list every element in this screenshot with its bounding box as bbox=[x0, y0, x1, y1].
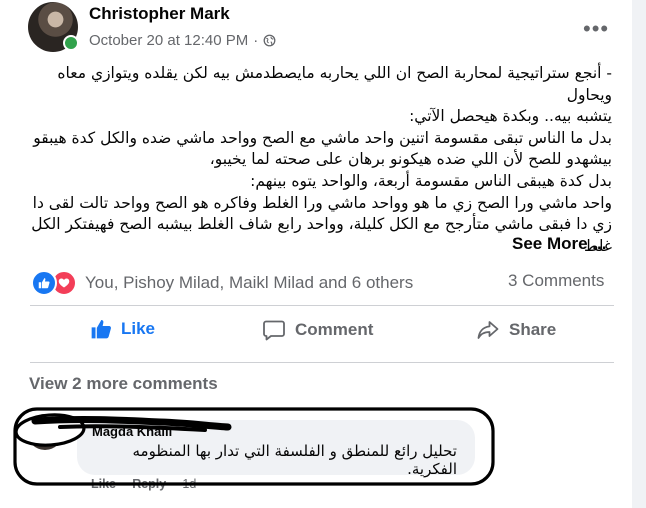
comment-reply-link[interactable]: Reply bbox=[132, 477, 166, 491]
post-line: يتشبه بيه.. وبكدة هيحصل الآتي: bbox=[409, 107, 612, 126]
like-button[interactable]: Like bbox=[90, 318, 155, 340]
comment-like-link[interactable]: Like bbox=[91, 477, 116, 491]
author-avatar[interactable] bbox=[28, 2, 79, 52]
share-label: Share bbox=[509, 320, 557, 339]
comment-actions: Like · Reply · 1d bbox=[91, 477, 196, 491]
ellipsis-icon[interactable]: ••• bbox=[583, 16, 609, 42]
reactions-summary[interactable]: You, Pishoy Milad, Maikl Milad and 6 oth… bbox=[31, 270, 413, 296]
commenter-name[interactable]: Magda Khalil bbox=[92, 424, 172, 439]
comment-separator: · bbox=[122, 477, 127, 491]
globe-icon[interactable] bbox=[263, 34, 276, 47]
see-more-link[interactable]: See More ... bbox=[512, 234, 606, 254]
online-status-icon bbox=[63, 35, 79, 51]
thumbs-up-icon bbox=[90, 318, 112, 340]
like-reaction-icon bbox=[31, 270, 57, 296]
like-label: Like bbox=[121, 319, 156, 338]
comment-icon bbox=[262, 318, 286, 342]
comment-time[interactable]: 1d bbox=[182, 477, 196, 491]
divider bbox=[30, 362, 614, 363]
comment-text: تحليل رائع للمنطق و الفلسفة التي تدار به… bbox=[132, 442, 457, 478]
post-line: بيشهدو للصح لأن اللي ضده هيكونو برهان عل… bbox=[209, 150, 612, 169]
post-line: واحد ماشي ورا الصح زي ما هو وواحد ماشي و… bbox=[32, 193, 612, 212]
meta-separator: · bbox=[253, 32, 259, 49]
post-timestamp[interactable]: October 20 at 12:40 PM bbox=[89, 32, 248, 49]
post-line: - أنجع ستراتيجية لمحاربة الصح ان اللي يح… bbox=[57, 64, 612, 104]
commenter-avatar[interactable] bbox=[27, 414, 63, 450]
reactors-list[interactable]: You, Pishoy Milad, Maikl Milad and 6 oth… bbox=[85, 273, 413, 293]
comments-count-link[interactable]: 3 Comments bbox=[508, 271, 604, 291]
comment-separator: · bbox=[172, 477, 177, 491]
share-icon bbox=[476, 318, 500, 342]
share-button[interactable]: Share bbox=[476, 318, 556, 342]
post-meta: October 20 at 12:40 PM · bbox=[89, 32, 276, 49]
author-name[interactable]: Christopher Mark bbox=[89, 4, 230, 24]
comment-label: Comment bbox=[295, 320, 374, 339]
post-line: بدل كدة هيبقى الناس مقسومة أربعة، والواح… bbox=[250, 171, 612, 190]
page-edge bbox=[632, 0, 646, 508]
divider bbox=[30, 305, 614, 306]
comment-button[interactable]: Comment bbox=[262, 318, 373, 342]
post-card: Christopher Mark October 20 at 12:40 PM … bbox=[0, 0, 632, 508]
post-line: بدل ما الناس تبقى مقسومة اتنين واحد ماشي… bbox=[33, 128, 612, 147]
post-body: - أنجع ستراتيجية لمحاربة الصح ان اللي يح… bbox=[30, 63, 612, 257]
view-more-comments-link[interactable]: View 2 more comments bbox=[29, 374, 218, 394]
